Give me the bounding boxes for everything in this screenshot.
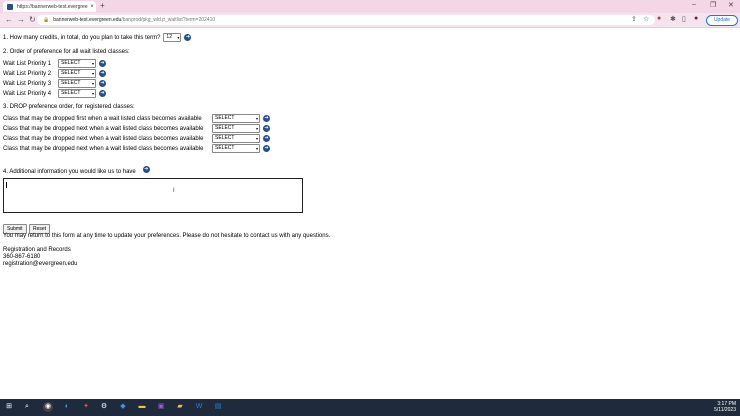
waitlist-row-1: Wait List Priority 1 SELECT ▾ ➜ <box>3 59 106 68</box>
waitlist-select[interactable]: SELECT ▾ <box>58 79 96 88</box>
drop-select[interactable]: SELECT ▾ <box>212 134 260 143</box>
drop-row-1: Class that may be dropped first when a w… <box>3 114 270 123</box>
drop-label: Class that may be dropped next when a wa… <box>3 145 204 152</box>
new-tab-button[interactable]: + <box>100 1 105 10</box>
info-icon[interactable]: ➜ <box>142 166 150 173</box>
info-icon[interactable]: ➜ <box>263 145 270 152</box>
contact-name: Registration and Records <box>3 247 71 253</box>
info-icon[interactable]: ➜ <box>263 125 270 132</box>
waitlist-row-4: Wait List Priority 4 SELECT ▾ ➜ <box>3 89 106 98</box>
waitlist-select[interactable]: SELECT ▾ <box>58 69 96 78</box>
credits-row: 1. How many credits, in total, do you pl… <box>3 33 192 42</box>
address-bar[interactable]: 🔒 bannerweb-test.evergreen.edu/banprod/p… <box>37 15 655 25</box>
info-icon[interactable]: ➜ <box>99 70 106 77</box>
windows-start-icon[interactable]: ⊞ <box>4 402 14 412</box>
lock-icon: 🔒 <box>43 17 50 23</box>
additional-info-label: 4. Additional information you would like… <box>3 168 136 175</box>
tab-close-icon[interactable]: × <box>88 4 96 10</box>
share-icon[interactable]: ⇪ <box>631 15 637 23</box>
text-caret <box>6 182 7 188</box>
clock-date: 5/11/2023 <box>714 407 736 413</box>
page-content: 1. How many credits, in total, do you pl… <box>0 28 740 399</box>
waitlist-label: Wait List Priority 2 <box>3 70 52 77</box>
profile-avatar-icon[interactable]: ● <box>694 15 698 22</box>
maximize-icon[interactable]: ❐ <box>710 1 716 9</box>
drop-question: 3. DROP preference order, for registered… <box>3 104 135 110</box>
search-icon[interactable]: ⌕ <box>22 402 32 412</box>
drop-row-4: Class that may be dropped next when a wa… <box>3 144 270 153</box>
settings-gear-icon[interactable]: ⚙ <box>99 402 109 412</box>
file-explorer-icon[interactable]: ▬ <box>137 402 147 412</box>
taskbar: ⊞ ⌕ ◉ ◐ ✦ ⚙ ◆ ▬ ▣ ▰ W ▤ 3:17 PM 5/11/202… <box>0 399 740 416</box>
tab-title: https://bannerweb-test.evergree <box>17 3 88 10</box>
teams-icon[interactable]: ▣ <box>156 402 166 412</box>
additional-info-row: 4. Additional information you would like… <box>3 166 150 175</box>
browser-tab-strip: https://bannerweb-test.evergree × + – ❐ … <box>0 0 740 13</box>
contact-email: registration@evergreen.edu <box>3 261 78 267</box>
forward-arrow-icon[interactable]: → <box>17 15 25 24</box>
address-bar-row: ← → ↻ 🔒 bannerweb-test.evergreen.edu/ban… <box>0 13 740 28</box>
chrome-icon[interactable]: ◉ <box>43 402 53 412</box>
drop-label: Class that may be dropped first when a w… <box>3 115 202 122</box>
reload-icon[interactable]: ↻ <box>29 15 36 24</box>
waitlist-select[interactable]: SELECT ▾ <box>58 89 96 98</box>
drop-label: Class that may be dropped next when a wa… <box>3 135 204 142</box>
waitlist-question: 2. Order of preference for all wait list… <box>3 49 130 55</box>
sticky-notes-icon[interactable]: ▰ <box>175 402 185 412</box>
site-favicon-icon <box>7 3 13 10</box>
edge-icon[interactable]: ◐ <box>62 402 72 412</box>
info-icon[interactable]: ➜ <box>99 60 106 67</box>
waitlist-label: Wait List Priority 4 <box>3 90 52 97</box>
waitlist-row-3: Wait List Priority 3 SELECT ▾ ➜ <box>3 79 106 88</box>
outlook-icon[interactable]: ▤ <box>213 402 223 412</box>
info-icon[interactable]: ➜ <box>263 135 270 142</box>
waitlist-label: Wait List Priority 3 <box>3 80 52 87</box>
extensions-puzzle-icon[interactable]: ✱ <box>670 15 676 23</box>
info-icon[interactable]: ➜ <box>184 34 192 41</box>
url-text: bannerweb-test.evergreen.edu/banprod/pkg… <box>53 17 216 23</box>
app-icon-red[interactable]: ✦ <box>81 402 91 412</box>
info-icon[interactable]: ➜ <box>99 80 106 87</box>
drop-select[interactable]: SELECT ▾ <box>212 114 260 123</box>
star-icon[interactable]: ☆ <box>643 15 649 23</box>
waitlist-select[interactable]: SELECT ▾ <box>58 59 96 68</box>
minimize-icon[interactable]: – <box>692 1 696 8</box>
waitlist-row-2: Wait List Priority 2 SELECT ▾ ➜ <box>3 69 106 78</box>
back-arrow-icon[interactable]: ← <box>5 15 13 24</box>
contact-phone: 360-867-6180 <box>3 254 41 260</box>
note-text: You may return to this form at any time … <box>3 233 331 239</box>
drop-row-2: Class that may be dropped next when a wa… <box>3 124 270 133</box>
system-clock[interactable]: 3:17 PM 5/11/2023 <box>714 401 736 413</box>
info-icon[interactable]: ➜ <box>99 90 106 97</box>
credits-select[interactable]: 12 ▾ <box>163 33 182 42</box>
app-icon-blue[interactable]: ◆ <box>118 402 128 412</box>
drop-select[interactable]: SELECT ▾ <box>212 144 260 153</box>
credits-question: 1. How many credits, in total, do you pl… <box>3 34 161 41</box>
additional-info-textarea[interactable] <box>3 178 303 213</box>
update-button[interactable]: Update <box>706 15 738 26</box>
drop-select[interactable]: SELECT ▾ <box>212 124 260 133</box>
mouse-cursor-icon: I <box>173 188 175 194</box>
drop-label: Class that may be dropped next when a wa… <box>3 125 204 132</box>
sidepanel-icon[interactable]: ▯ <box>682 15 686 23</box>
window-close-icon[interactable]: ✕ <box>728 1 734 9</box>
browser-tab[interactable]: https://bannerweb-test.evergree × <box>3 1 96 12</box>
waitlist-label: Wait List Priority 1 <box>3 60 52 67</box>
word-icon[interactable]: W <box>194 402 204 412</box>
extension-red-icon[interactable]: ● <box>657 15 661 22</box>
drop-row-3: Class that may be dropped next when a wa… <box>3 134 270 143</box>
info-icon[interactable]: ➜ <box>263 115 270 122</box>
